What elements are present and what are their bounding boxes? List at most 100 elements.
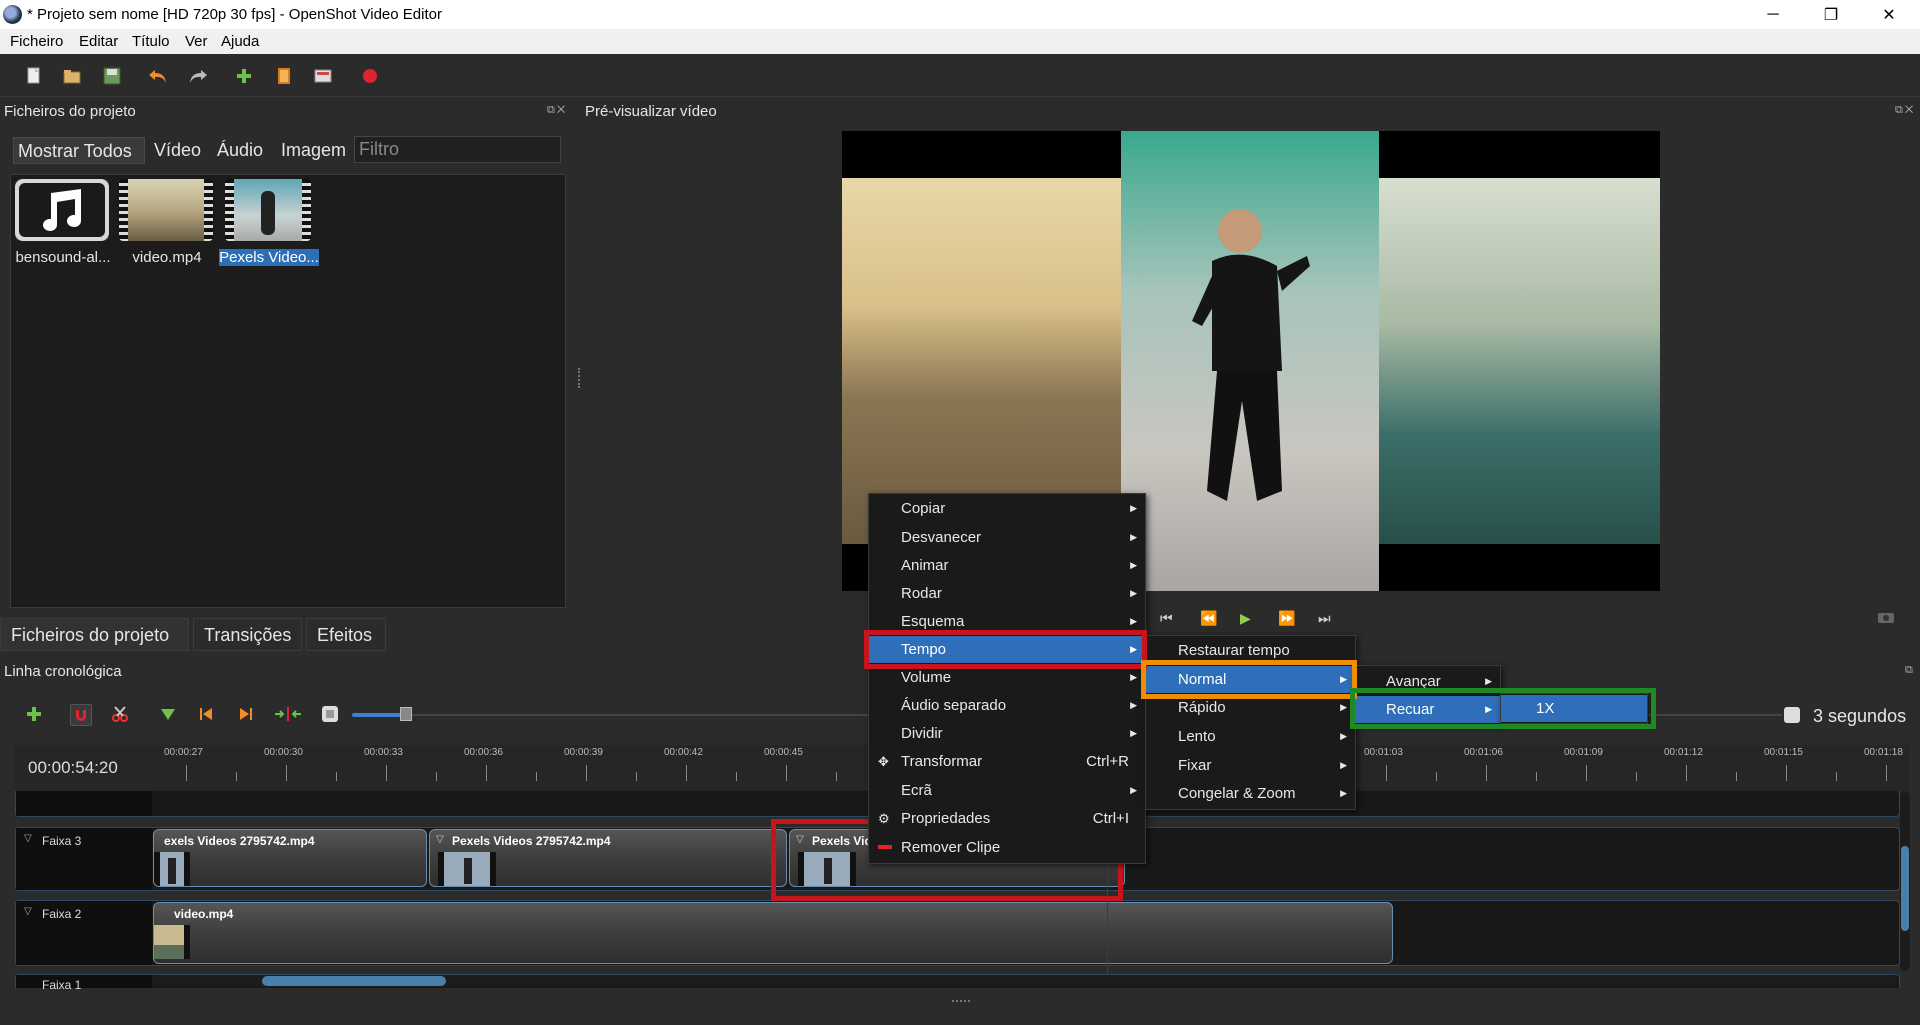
profile-icon[interactable] (274, 66, 294, 86)
razor-icon[interactable] (110, 704, 130, 724)
menu-item-animar[interactable]: Animar ▶ (869, 552, 1145, 579)
center-playhead-icon[interactable] (274, 704, 302, 724)
clip-pexels-2[interactable]: ▽ Pexels Videos 2795742.mp4 (429, 829, 787, 887)
export-video-icon[interactable] (360, 66, 380, 86)
filter-input[interactable]: Filtro (354, 136, 561, 163)
menu-bar: Ficheiro Editar Título Ver Ajuda (0, 29, 1920, 54)
jump-start-icon[interactable]: ⏮ (1160, 610, 1173, 627)
scrollbar-thumb[interactable] (262, 976, 446, 986)
menu-ver[interactable]: Ver (185, 33, 208, 50)
import-files-icon[interactable] (234, 66, 254, 86)
jump-end-icon[interactable]: ⏭ (1318, 610, 1331, 627)
tick-label: 00:01:18 (1864, 747, 1903, 758)
track-faixa-2: ▽ Faixa 2 video.mp4 (15, 900, 1900, 966)
openshot-logo-icon (3, 5, 22, 24)
project-files-dock-buttons[interactable]: ⧉✕ (547, 104, 567, 117)
ruler-tick (1836, 772, 1837, 781)
zoom-label: 3 segundos (1813, 706, 1907, 726)
menu-item-desvanecer[interactable]: Desvanecer ▶ (869, 524, 1145, 551)
tick-label: 00:00:39 (564, 747, 603, 758)
timeline-vertical-scrollbar[interactable] (1900, 791, 1910, 971)
next-marker-icon[interactable] (236, 704, 256, 724)
tick-label: 00:00:30 (264, 747, 303, 758)
preview-title: Pré-visualizar vídeo (585, 103, 717, 120)
track-header: ▽ Faixa 3 (16, 828, 152, 890)
menu-item-lento[interactable]: Lento ▶ (1146, 723, 1355, 750)
clip-video-mp4[interactable]: video.mp4 (153, 902, 1393, 964)
restore-button[interactable]: ❐ (1802, 0, 1860, 29)
menu-ficheiro[interactable]: Ficheiro (10, 33, 63, 50)
menu-item-rodar[interactable]: Rodar ▶ (869, 580, 1145, 607)
menu-item-congelar-zoom[interactable]: Congelar & Zoom ▶ (1146, 780, 1355, 807)
rewind-icon[interactable]: ⏪ (1200, 610, 1217, 627)
new-project-icon[interactable] (24, 66, 44, 86)
redo-icon[interactable] (187, 66, 207, 86)
close-button[interactable]: ✕ (1860, 0, 1918, 29)
tab-project-files[interactable]: Ficheiros do projeto (0, 618, 189, 651)
ruler-tick (736, 772, 737, 781)
main-toolbar (0, 54, 1920, 97)
timeline-horizontal-scrollbar[interactable] (152, 975, 1896, 987)
file-item-video[interactable]: video.mp4 (117, 179, 217, 271)
menu-item-transformar[interactable]: ✥ Transformar Ctrl+R (869, 748, 1145, 775)
add-track-icon[interactable] (24, 704, 44, 724)
clip-context-menu: Copiar ▶ Desvanecer ▶ Animar ▶ Rodar ▶ Esque… (868, 493, 1146, 864)
undo-icon[interactable] (147, 66, 167, 86)
clip-menu-icon[interactable]: ▽ (436, 834, 444, 845)
previous-marker-icon[interactable] (196, 704, 216, 724)
timeline-dock-buttons[interactable]: ⧉ (1905, 664, 1915, 677)
camera-icon[interactable] (1878, 610, 1894, 626)
preview-dock-buttons[interactable]: ⧉✕ (1895, 104, 1915, 117)
minimize-button[interactable]: ─ (1744, 0, 1802, 29)
menu-item-dividir[interactable]: Dividir ▶ (869, 720, 1145, 747)
zoom-slider-handle[interactable] (400, 707, 412, 721)
bottom-splitter-handle[interactable] (952, 1000, 970, 1002)
video-thumbnail (225, 179, 311, 241)
open-project-icon[interactable] (62, 66, 82, 86)
menu-ajuda[interactable]: Ajuda (221, 33, 259, 50)
ruler-tick (1686, 765, 1687, 781)
dancer-figure (1192, 209, 1310, 501)
filter-tab-audio[interactable]: Áudio (213, 137, 267, 164)
ruler-tick (586, 765, 587, 781)
filter-tab-image[interactable]: Imagem (277, 137, 350, 164)
file-item-audio[interactable]: bensound-al... (13, 179, 113, 271)
ruler-tick (186, 765, 187, 781)
ruler-tick (536, 772, 537, 781)
track-collapse-icon[interactable]: ▽ (24, 833, 32, 844)
save-project-icon[interactable] (102, 66, 122, 86)
splitter-handle[interactable] (578, 368, 580, 388)
clip-thumbnail (438, 852, 496, 886)
file-label: video.mp4 (132, 249, 202, 266)
filter-tab-all[interactable]: Mostrar Todos (13, 137, 145, 164)
zoom-fit-icon[interactable] (320, 704, 340, 724)
tab-transitions[interactable]: Transições (193, 618, 302, 651)
tab-effects[interactable]: Efeitos (306, 618, 386, 651)
menu-item-audio-separado[interactable]: Áudio separado ▶ (869, 692, 1145, 719)
scrollbar-thumb[interactable] (1901, 846, 1909, 931)
timeline-title: Linha cronológica (4, 663, 122, 680)
menu-editar[interactable]: Editar (79, 33, 118, 50)
snap-magnet-icon[interactable] (70, 704, 92, 726)
add-marker-icon[interactable] (158, 704, 178, 724)
ruler-tick (1586, 765, 1587, 781)
tick-label: 00:01:03 (1364, 747, 1403, 758)
menu-item-ecra[interactable]: Ecrã ▶ (869, 777, 1145, 804)
tick-label: 00:01:06 (1464, 747, 1503, 758)
menu-item-copiar[interactable]: Copiar ▶ (869, 495, 1145, 522)
menu-item-fixar[interactable]: Fixar ▶ (1146, 752, 1355, 779)
window-title: * Projeto sem nome [HD 720p 30 fps] - Op… (27, 6, 442, 23)
tick-label: 00:00:45 (764, 747, 803, 758)
file-item-pexels[interactable]: Pexels Video... (219, 179, 319, 271)
filter-tab-video[interactable]: Vídeo (150, 137, 205, 164)
tick-label: 00:00:27 (164, 747, 203, 758)
track-collapse-icon[interactable]: ▽ (24, 906, 32, 917)
menu-titulo[interactable]: Título (132, 33, 170, 50)
menu-item-propriedades[interactable]: ⚙ Propriedades Ctrl+I (869, 805, 1145, 832)
clip-pexels-1[interactable]: exels Videos 2795742.mp4 (153, 829, 427, 887)
fast-forward-icon[interactable]: ⏩ (1278, 610, 1295, 627)
fullscreen-icon[interactable] (313, 66, 333, 86)
menu-item-remover-clipe[interactable]: Remover Clipe (869, 834, 1145, 861)
project-files-title: Ficheiros do projeto (4, 103, 136, 120)
play-icon[interactable]: ▶ (1240, 610, 1251, 627)
